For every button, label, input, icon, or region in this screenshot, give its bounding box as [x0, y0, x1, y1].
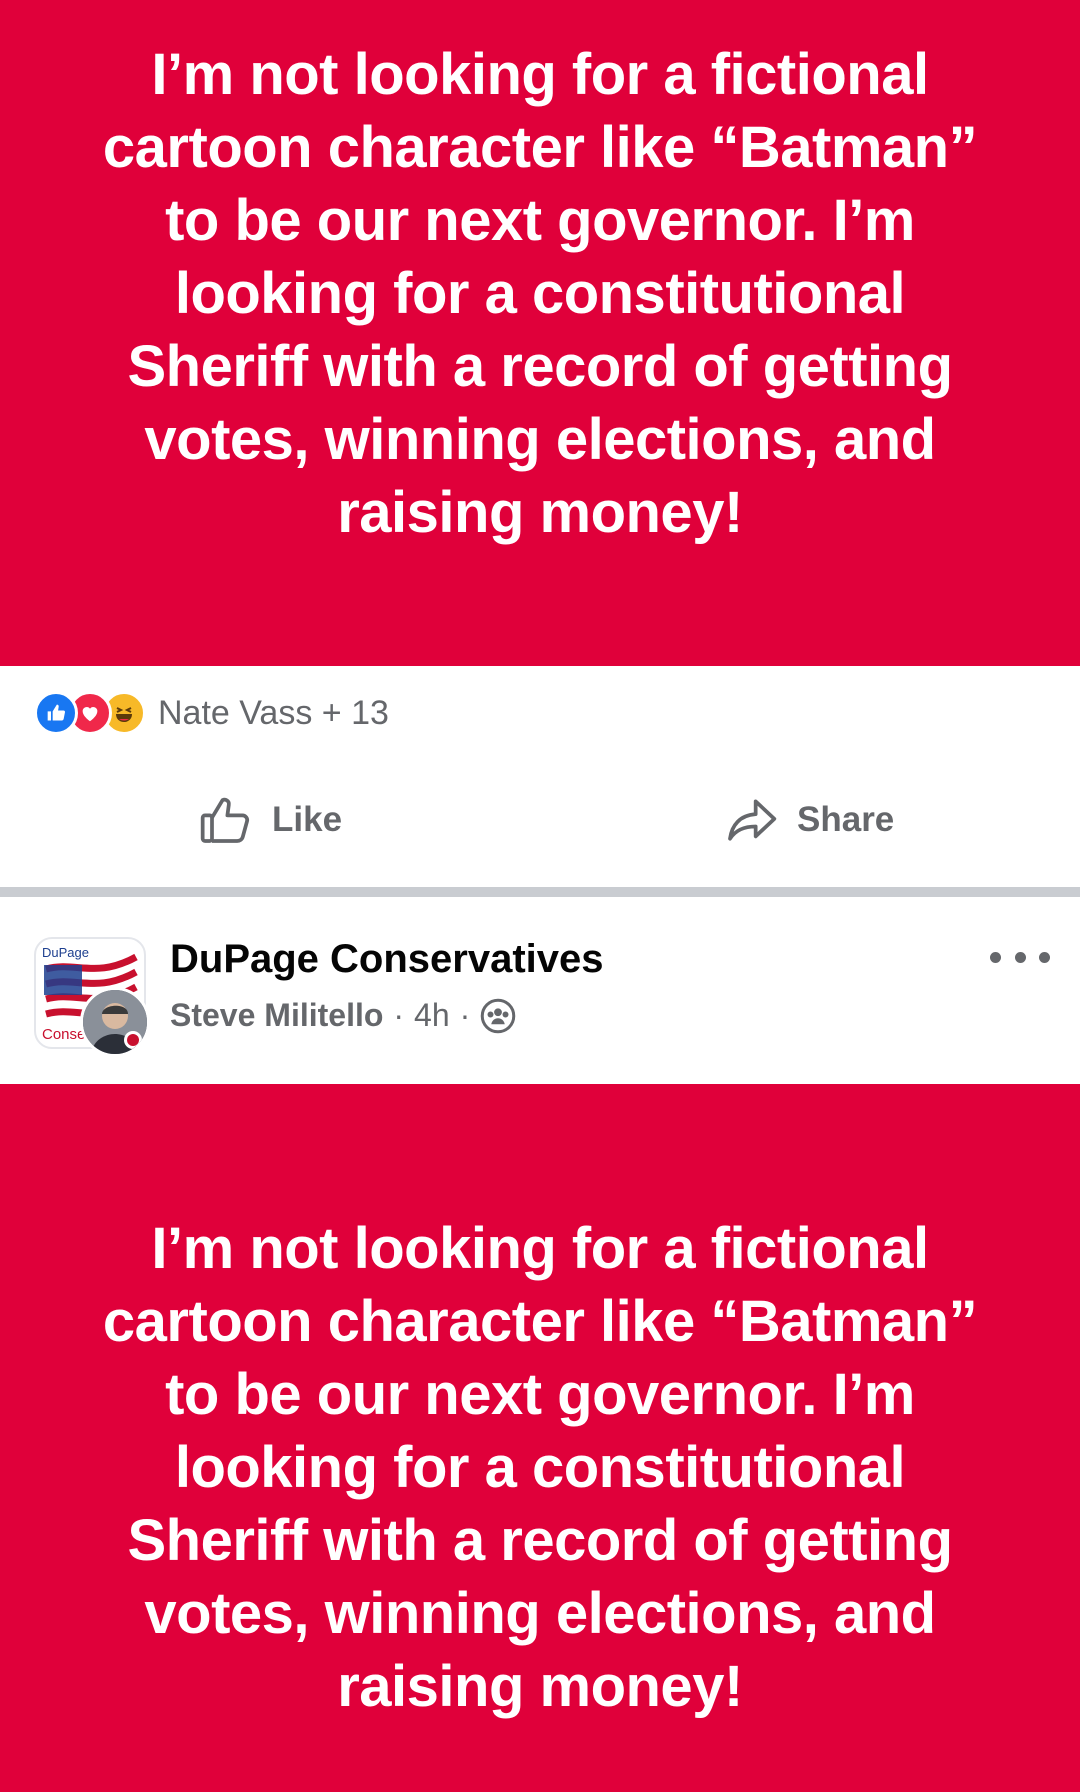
like-label: Like — [272, 800, 343, 839]
post2-header: DuPage Conse DuPage Conservatives Steve … — [0, 897, 1080, 1084]
avatar-logo-text-bottom: Conse — [42, 1026, 86, 1043]
group-members-icon — [481, 998, 516, 1033]
share-button[interactable]: Share — [723, 780, 894, 860]
more-dot — [990, 951, 1001, 963]
author-name[interactable]: Steve Militello — [170, 997, 383, 1034]
meta-separator: · — [393, 997, 405, 1033]
group-name[interactable]: DuPage Conservatives — [170, 937, 604, 982]
post1-text-background[interactable]: I’m not looking for a fictional cartoon … — [0, 0, 1080, 666]
post-time[interactable]: 4h — [414, 997, 450, 1034]
thumbs-up-icon — [200, 797, 250, 843]
like-reaction-icon — [34, 691, 78, 735]
more-dot — [1014, 951, 1026, 963]
more-dot — [1039, 951, 1050, 963]
post-meta: Steve Militello · 4h · — [170, 997, 516, 1034]
post1-text: I’m not looking for a fictional cartoon … — [102, 42, 978, 545]
reactions-summary[interactable]: Nate Vass + 13 — [34, 684, 389, 742]
post-action-bar: Like Share — [0, 780, 1080, 860]
feed-divider — [0, 887, 1080, 897]
post2-text: I’m not looking for a fictional cartoon … — [102, 1216, 978, 1719]
like-button[interactable]: Like — [198, 780, 342, 860]
reaction-names[interactable]: Nate Vass + 13 — [158, 694, 389, 733]
share-arrow-icon — [728, 799, 777, 841]
post2-text-background[interactable]: I’m not looking for a fictional cartoon … — [0, 1084, 1080, 1792]
share-label: Share — [797, 800, 895, 839]
person-photo-icon — [83, 990, 147, 1054]
author-avatar[interactable] — [80, 987, 150, 1057]
meta-separator: · — [459, 997, 471, 1033]
avatar-logo-text-top: DuPage — [42, 945, 89, 960]
more-options-button[interactable] — [990, 945, 1050, 969]
